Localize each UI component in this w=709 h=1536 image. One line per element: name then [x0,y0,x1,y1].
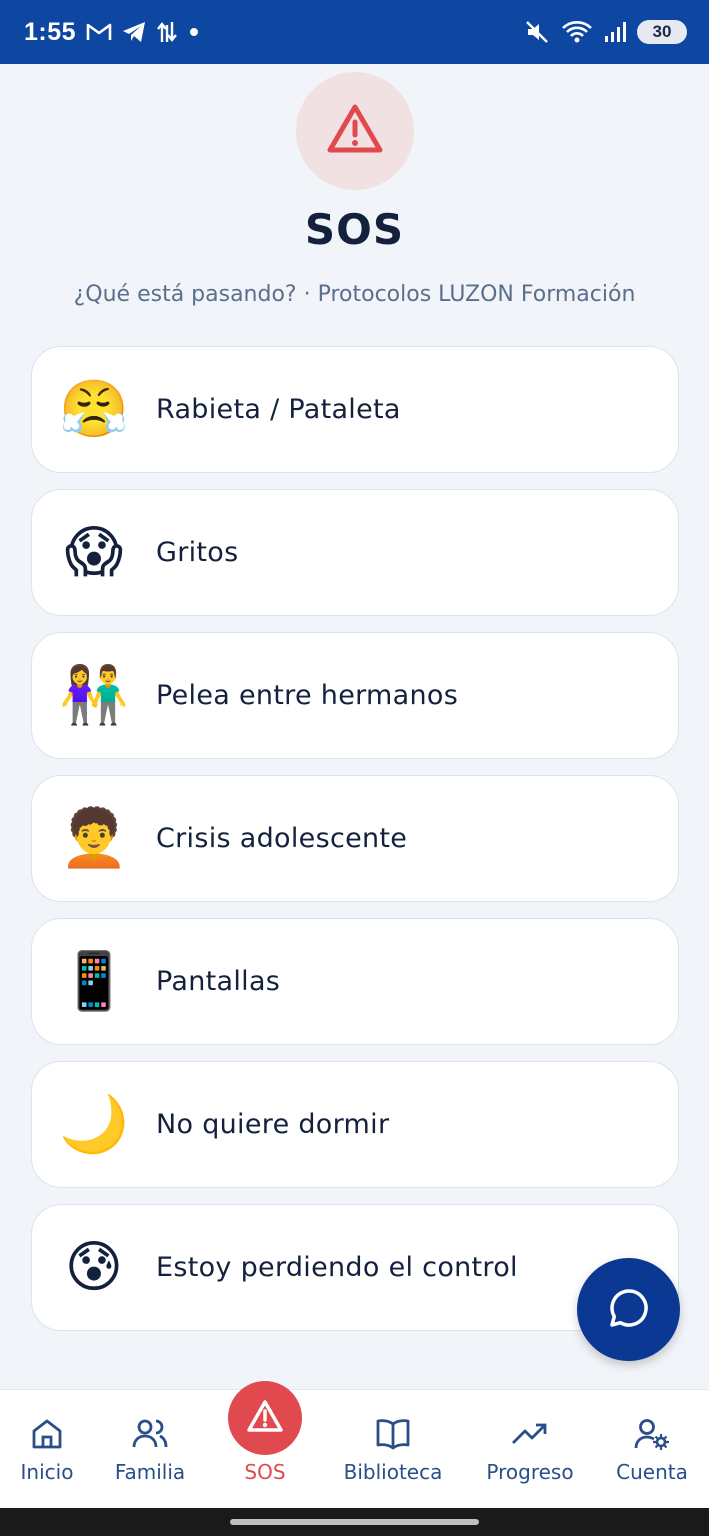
status-time: 1:55 [24,17,77,46]
situation-card-rabieta[interactable]: 😤 Rabieta / Pataleta [31,346,679,473]
users-icon [131,1416,169,1452]
dot-icon [188,26,200,38]
situation-label: Rabieta / Pataleta [156,394,401,425]
teen-face-icon: 🧑‍🦱 [59,805,129,871]
chat-icon [607,1286,651,1334]
warning-icon [246,1399,284,1437]
nav-label-biblioteca: Biblioteca [343,1460,443,1484]
phone-icon: 📱 [59,948,129,1014]
book-icon [374,1416,412,1452]
mute-icon [525,20,551,44]
anxious-face-icon: 😰 [64,1234,124,1300]
status-right: 30 [525,20,687,44]
nav-item-cuenta[interactable]: Cuenta [610,1390,694,1509]
situation-label: Gritos [156,537,239,568]
moon-icon: 🌙 [59,1091,129,1157]
bottom-nav: Inicio Familia Biblioteca Progreso Cuent… [0,1389,709,1508]
nav-item-biblioteca[interactable]: Biblioteca [338,1390,448,1509]
situation-card-pelea-hermanos[interactable]: 👫 Pelea entre hermanos [31,632,679,759]
home-indicator[interactable] [230,1519,479,1525]
nav-item-progreso[interactable]: Progreso [478,1390,582,1509]
situation-card-pantallas[interactable]: 📱 Pantallas [31,918,679,1045]
battery-icon: 30 [637,20,687,44]
warning-icon [326,103,384,159]
status-left: 1:55 [24,18,200,47]
nav-item-sos[interactable] [228,1381,302,1455]
situation-label: Crisis adolescente [156,823,408,854]
trending-up-icon [511,1416,549,1452]
signal-icon [603,20,627,44]
nav-label-familia: Familia [114,1460,186,1484]
wifi-icon [561,20,593,44]
page-title: SOS [304,205,405,254]
home-icon [30,1416,64,1452]
situation-label: No quiere dormir [156,1109,390,1140]
status-bar: 1:55 30 [0,0,709,64]
gmail-icon [86,22,112,42]
situation-label: Pelea entre hermanos [156,680,459,711]
siblings-icon: 👫 [59,662,129,728]
page-subtitle: ¿Qué está pasando? · Protocolos LUZON Fo… [73,282,636,307]
data-transfer-icon [156,21,178,43]
nav-label-cuenta: Cuenta [616,1460,688,1484]
battery-level: 30 [652,22,672,41]
situation-card-crisis-adolescente[interactable]: 🧑‍🦱 Crisis adolescente [31,775,679,902]
nav-item-inicio[interactable]: Inicio [8,1390,86,1509]
nav-label-progreso: Progreso [486,1460,574,1484]
nav-item-familia[interactable]: Familia [106,1390,194,1509]
situation-label: Pantallas [156,966,281,997]
situation-card-no-quiere-dormir[interactable]: 🌙 No quiere dormir [31,1061,679,1188]
nav-label-inicio: Inicio [20,1460,74,1484]
screaming-face-icon: 😱 [64,519,124,585]
situation-card-gritos[interactable]: 😱 Gritos [31,489,679,616]
chat-fab-button[interactable] [577,1258,680,1361]
situation-label: Estoy perdiendo el control [156,1252,518,1283]
user-settings-icon [633,1416,671,1452]
telegram-icon [122,21,146,43]
nav-label-sos: SOS [244,1460,286,1484]
sos-hero-icon [296,72,414,190]
angry-face-icon: 😤 [59,376,129,442]
